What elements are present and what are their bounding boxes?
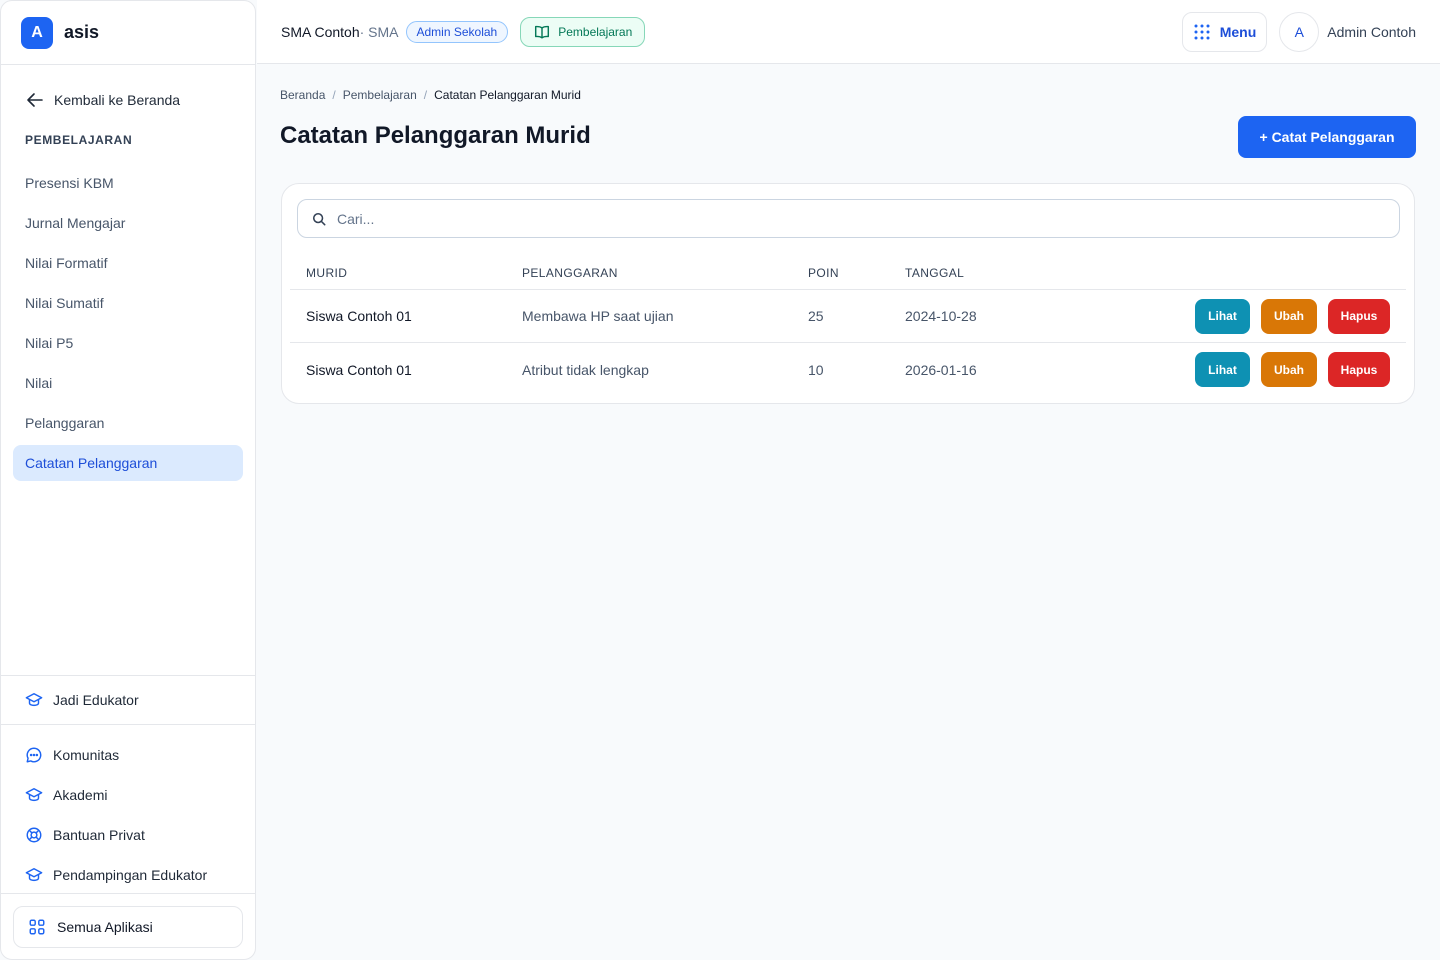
sidebar-item-nilai[interactable]: Nilai (13, 365, 243, 401)
brand[interactable]: A asis (1, 1, 255, 65)
column-header-poin: POIN (808, 265, 839, 280)
jadi-edukator-link[interactable]: Jadi Edukator (1, 676, 255, 724)
pendampingan-edukator-link[interactable]: Pendampingan Edukator (1, 855, 255, 895)
delete-button[interactable]: Hapus (1328, 352, 1390, 387)
cell-pelanggaran: Atribut tidak lengkap (522, 361, 649, 378)
row-actions: Lihat Ubah Hapus (1184, 343, 1390, 396)
section-title: PEMBELAJARAN (25, 133, 133, 147)
column-header-pelanggaran: PELANGGARAN (522, 265, 618, 280)
school-type: · SMA (359, 23, 399, 40)
breadcrumb-separator: / (423, 88, 428, 102)
menu-label: Menu (1219, 23, 1257, 40)
search-icon (312, 212, 326, 225)
cell-poin: 25 (808, 308, 824, 324)
avatar[interactable]: A (1279, 11, 1320, 52)
role-badge: Admin Sekolah (405, 20, 509, 43)
sidebar-item-jurnal-mengajar[interactable]: Jurnal Mengajar (13, 205, 243, 241)
akademi-label: Akademi (53, 787, 108, 803)
edit-button[interactable]: Ubah (1261, 298, 1317, 334)
sidebar-nav: Presensi KBM Jurnal Mengajar Nilai Forma… (1, 165, 255, 485)
violations-card: MURID PELANGGARAN POIN TANGGAL Siswa Con… (281, 183, 1415, 404)
cell-murid: Siswa Contoh 01 (306, 361, 412, 378)
book-open-icon (535, 25, 550, 39)
module-badge[interactable]: Pembelajaran (520, 16, 646, 47)
all-apps-section: Semua Aplikasi (1, 893, 255, 948)
sidebar-item-catatan-pelanggaran[interactable]: Catatan Pelanggaran (13, 445, 243, 481)
graduation-cap-icon (25, 787, 43, 802)
brand-logo: A (21, 16, 53, 49)
table-header: MURID PELANGGARAN POIN TANGGAL (290, 256, 1406, 290)
menu-button[interactable]: Menu (1181, 11, 1268, 52)
breadcrumb-item-pembelajaran[interactable]: Pembelajaran (343, 88, 417, 102)
view-button[interactable]: Lihat (1195, 298, 1250, 334)
sidebar-bottom: Jadi Edukator Komunitas Akademi Bantuan … (1, 675, 255, 895)
school-name: SMA Contoh (281, 23, 360, 40)
sidebar-item-nilai-sumatif[interactable]: Nilai Sumatif (13, 285, 243, 321)
column-header-murid: MURID (306, 265, 348, 280)
dots-grid-icon (1194, 24, 1210, 39)
delete-button[interactable]: Hapus (1328, 298, 1390, 334)
view-button[interactable]: Lihat (1195, 352, 1250, 387)
sidebar-item-nilai-p5[interactable]: Nilai P5 (13, 325, 243, 361)
grid-icon (29, 919, 45, 935)
graduation-cap-icon (25, 692, 43, 707)
pendampingan-edukator-label: Pendampingan Edukator (53, 867, 208, 883)
brand-name: asis (64, 22, 100, 42)
bantuan-privat-label: Bantuan Privat (53, 827, 145, 843)
edit-button[interactable]: Ubah (1261, 352, 1317, 387)
top-header: SMA Contoh · SMA Admin Sekolah Pembelaja… (257, 0, 1440, 64)
jadi-edukator-label: Jadi Edukator (53, 692, 139, 708)
bantuan-privat-link[interactable]: Bantuan Privat (1, 815, 255, 855)
all-apps-button[interactable]: Semua Aplikasi (13, 906, 243, 948)
cell-pelanggaran: Membawa HP saat ujian (522, 308, 674, 324)
graduation-cap-icon (25, 867, 43, 882)
lifebuoy-icon (26, 827, 42, 843)
user-name[interactable]: Admin Contoh (1327, 24, 1416, 40)
arrow-left-icon (27, 93, 43, 107)
breadcrumb: Beranda / Pembelajaran / Catatan Pelangg… (280, 88, 581, 102)
module-badge-label: Pembelajaran (558, 24, 633, 39)
breadcrumb-separator: / (332, 88, 336, 102)
sidebar-item-pelanggaran[interactable]: Pelanggaran (13, 405, 243, 441)
akademi-link[interactable]: Akademi (1, 775, 255, 815)
back-link-label: Kembali ke Beranda (54, 92, 181, 108)
column-header-tanggal: TANGGAL (905, 265, 965, 280)
table-row: Siswa Contoh 01 Membawa HP saat ujian 25… (290, 290, 1406, 343)
header-right: Menu A Admin Contoh (1181, 11, 1416, 52)
row-actions: Lihat Ubah Hapus (1184, 290, 1390, 342)
all-apps-label: Semua Aplikasi (57, 919, 153, 935)
komunitas-label: Komunitas (53, 747, 120, 763)
add-violation-button[interactable]: + Catat Pelanggaran (1238, 116, 1416, 158)
breadcrumb-current: Catatan Pelanggaran Murid (434, 88, 581, 102)
chat-icon (26, 747, 42, 763)
breadcrumb-item-beranda[interactable]: Beranda (280, 88, 325, 102)
table-row: Siswa Contoh 01 Atribut tidak lengkap 10… (290, 343, 1406, 396)
sidebar-item-presensi-kbm[interactable]: Presensi KBM (13, 165, 243, 201)
cell-murid: Siswa Contoh 01 (306, 308, 412, 324)
sidebar-item-nilai-formatif[interactable]: Nilai Formatif (13, 245, 243, 281)
cell-poin: 10 (808, 361, 824, 378)
komunitas-link[interactable]: Komunitas (1, 735, 255, 775)
sidebar: A asis Kembali ke Beranda PEMBELAJARAN P… (0, 0, 256, 960)
search-input[interactable] (337, 210, 1237, 227)
page-title: Catatan Pelanggaran Murid (280, 122, 591, 149)
back-to-home-link[interactable]: Kembali ke Beranda (13, 89, 243, 111)
search-box[interactable] (297, 199, 1400, 238)
cell-tanggal: 2024-10-28 (905, 308, 977, 324)
cell-tanggal: 2026-01-16 (905, 361, 977, 378)
